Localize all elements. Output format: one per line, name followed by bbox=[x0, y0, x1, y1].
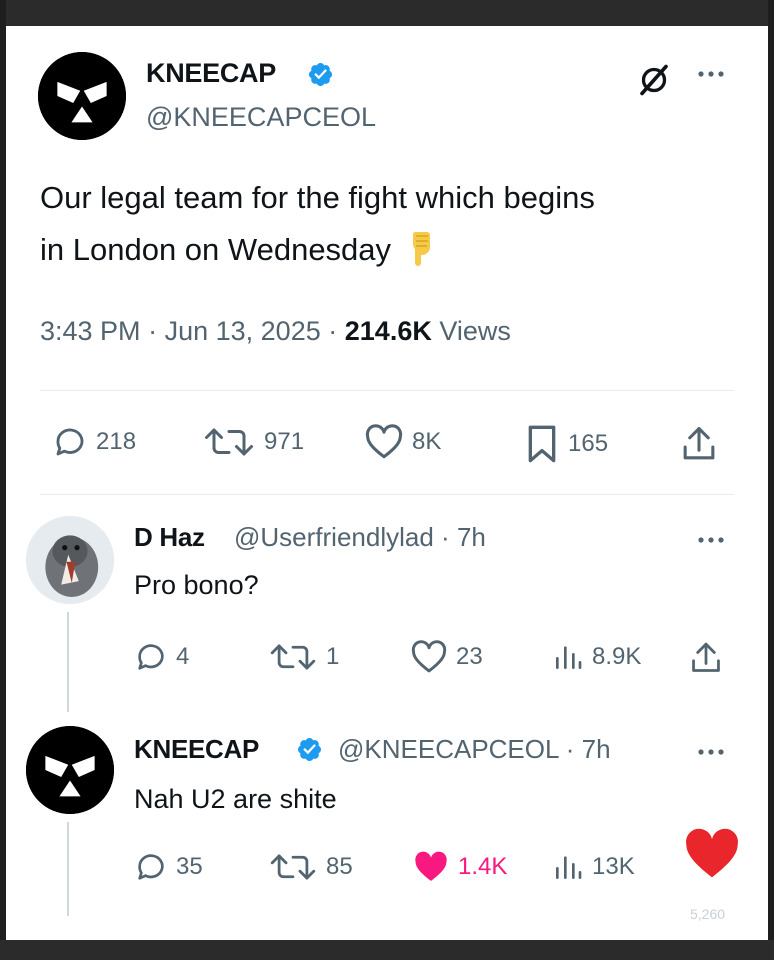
heart-outline-icon bbox=[365, 424, 403, 459]
right-frame-edge bbox=[768, 0, 774, 960]
views-count: 8.9K bbox=[592, 643, 642, 670]
tweet-text-line-2: in London on Wednesday bbox=[40, 232, 392, 267]
meta-separator: · bbox=[565, 734, 575, 764]
views-count: 214.6K bbox=[344, 316, 432, 346]
repost-icon bbox=[270, 644, 316, 670]
bookmark-count: 165 bbox=[568, 430, 609, 457]
heart-filled-icon bbox=[415, 851, 447, 881]
reply-meta: @Userfriendlylad · 7h bbox=[234, 522, 486, 553]
repost-count: 85 bbox=[326, 853, 353, 880]
repost-icon bbox=[205, 428, 253, 456]
views-label: Views bbox=[439, 316, 511, 346]
reply-time[interactable]: 7h bbox=[457, 522, 486, 552]
thread-line bbox=[67, 822, 69, 916]
views-button[interactable]: 13K bbox=[552, 850, 635, 884]
kneecap-avatar[interactable] bbox=[26, 726, 114, 814]
reply-author-name[interactable]: D Haz bbox=[134, 522, 205, 553]
reply-text: Nah U2 are shite bbox=[134, 784, 337, 814]
kneecap-avatar[interactable] bbox=[38, 52, 126, 140]
more-options-icon[interactable] bbox=[694, 742, 728, 762]
author-handle[interactable]: @KNEECAPCEOL bbox=[146, 102, 376, 133]
reply-author-handle[interactable]: @KNEECAPCEOL bbox=[338, 734, 559, 764]
more-options-icon[interactable] bbox=[694, 64, 728, 84]
meta-separator: · bbox=[328, 316, 338, 346]
dhaz-avatar[interactable] bbox=[26, 516, 114, 604]
verified-badge-icon bbox=[297, 737, 322, 762]
tweet-text: Our legal team for the fight which begin… bbox=[40, 172, 740, 276]
tweet-text-line-1: Our legal team for the fight which begin… bbox=[40, 180, 595, 215]
like-count: 23 bbox=[456, 643, 483, 670]
top-frame-bar bbox=[0, 0, 774, 26]
left-frame-edge bbox=[0, 0, 6, 960]
analytics-icon bbox=[556, 646, 582, 669]
repost-count: 1 bbox=[326, 643, 340, 670]
balaclava-mask-icon bbox=[26, 726, 114, 814]
reply-icon bbox=[56, 428, 84, 456]
reply-count: 4 bbox=[176, 643, 190, 670]
repost-button[interactable]: 85 bbox=[268, 850, 353, 884]
tweet-meta: 3:43 PM · Jun 13, 2025 · 214.6K Views bbox=[40, 316, 511, 347]
like-button[interactable]: 8K bbox=[364, 424, 441, 460]
balaclava-mask-icon bbox=[38, 52, 126, 140]
views-count: 13K bbox=[592, 853, 635, 880]
reply-meta: @KNEECAPCEOL · 7h bbox=[338, 734, 611, 765]
author-name[interactable]: KNEECAP bbox=[146, 58, 276, 89]
reply-count: 35 bbox=[176, 853, 203, 880]
like-button[interactable]: 23 bbox=[410, 640, 483, 674]
reply-icon bbox=[138, 854, 164, 880]
reply-author-handle[interactable]: @Userfriendlylad bbox=[234, 522, 434, 552]
like-count: 8K bbox=[412, 428, 442, 455]
like-count: 1.4K bbox=[458, 853, 508, 880]
divider bbox=[40, 390, 734, 391]
reply-time[interactable]: 7h bbox=[582, 734, 611, 764]
meta-separator: · bbox=[441, 522, 450, 552]
tweet-date[interactable]: Jun 13, 2025 bbox=[165, 316, 321, 346]
reply-author-name[interactable]: KNEECAP bbox=[134, 734, 259, 765]
views-button[interactable]: 8.9K bbox=[552, 640, 641, 674]
repost-button[interactable]: 971 bbox=[202, 424, 304, 460]
bottom-frame-bar bbox=[0, 940, 774, 960]
thread-line bbox=[67, 612, 69, 712]
red-heart-reaction-icon bbox=[686, 828, 738, 878]
divider bbox=[40, 494, 734, 495]
reply-button[interactable]: 4 bbox=[134, 640, 189, 674]
analytics-icon bbox=[556, 856, 582, 879]
like-button[interactable]: 1.4K bbox=[412, 850, 507, 884]
more-options-icon[interactable] bbox=[694, 530, 728, 550]
verified-badge-icon bbox=[308, 62, 333, 87]
meta-separator: · bbox=[148, 316, 158, 346]
reply-count: 218 bbox=[96, 428, 137, 455]
bird-avatar-icon bbox=[26, 516, 114, 604]
point-down-emoji-icon bbox=[413, 232, 431, 266]
bookmark-icon bbox=[528, 425, 556, 463]
reply-button[interactable]: 35 bbox=[134, 850, 203, 884]
bookmark-button[interactable]: 165 bbox=[524, 424, 608, 464]
share-icon[interactable] bbox=[680, 424, 718, 464]
tweet-time[interactable]: 3:43 PM bbox=[40, 316, 141, 346]
share-icon[interactable] bbox=[688, 640, 724, 676]
heart-outline-icon bbox=[411, 640, 447, 673]
grok-icon[interactable] bbox=[636, 62, 672, 98]
repost-icon bbox=[270, 854, 316, 880]
reply-text: Pro bono? bbox=[134, 570, 259, 600]
reply-button[interactable]: 218 bbox=[52, 424, 136, 460]
reply-icon bbox=[138, 644, 164, 670]
watermark: 5,260 bbox=[690, 906, 726, 922]
repost-button[interactable]: 1 bbox=[268, 640, 339, 674]
repost-count: 971 bbox=[264, 428, 305, 455]
